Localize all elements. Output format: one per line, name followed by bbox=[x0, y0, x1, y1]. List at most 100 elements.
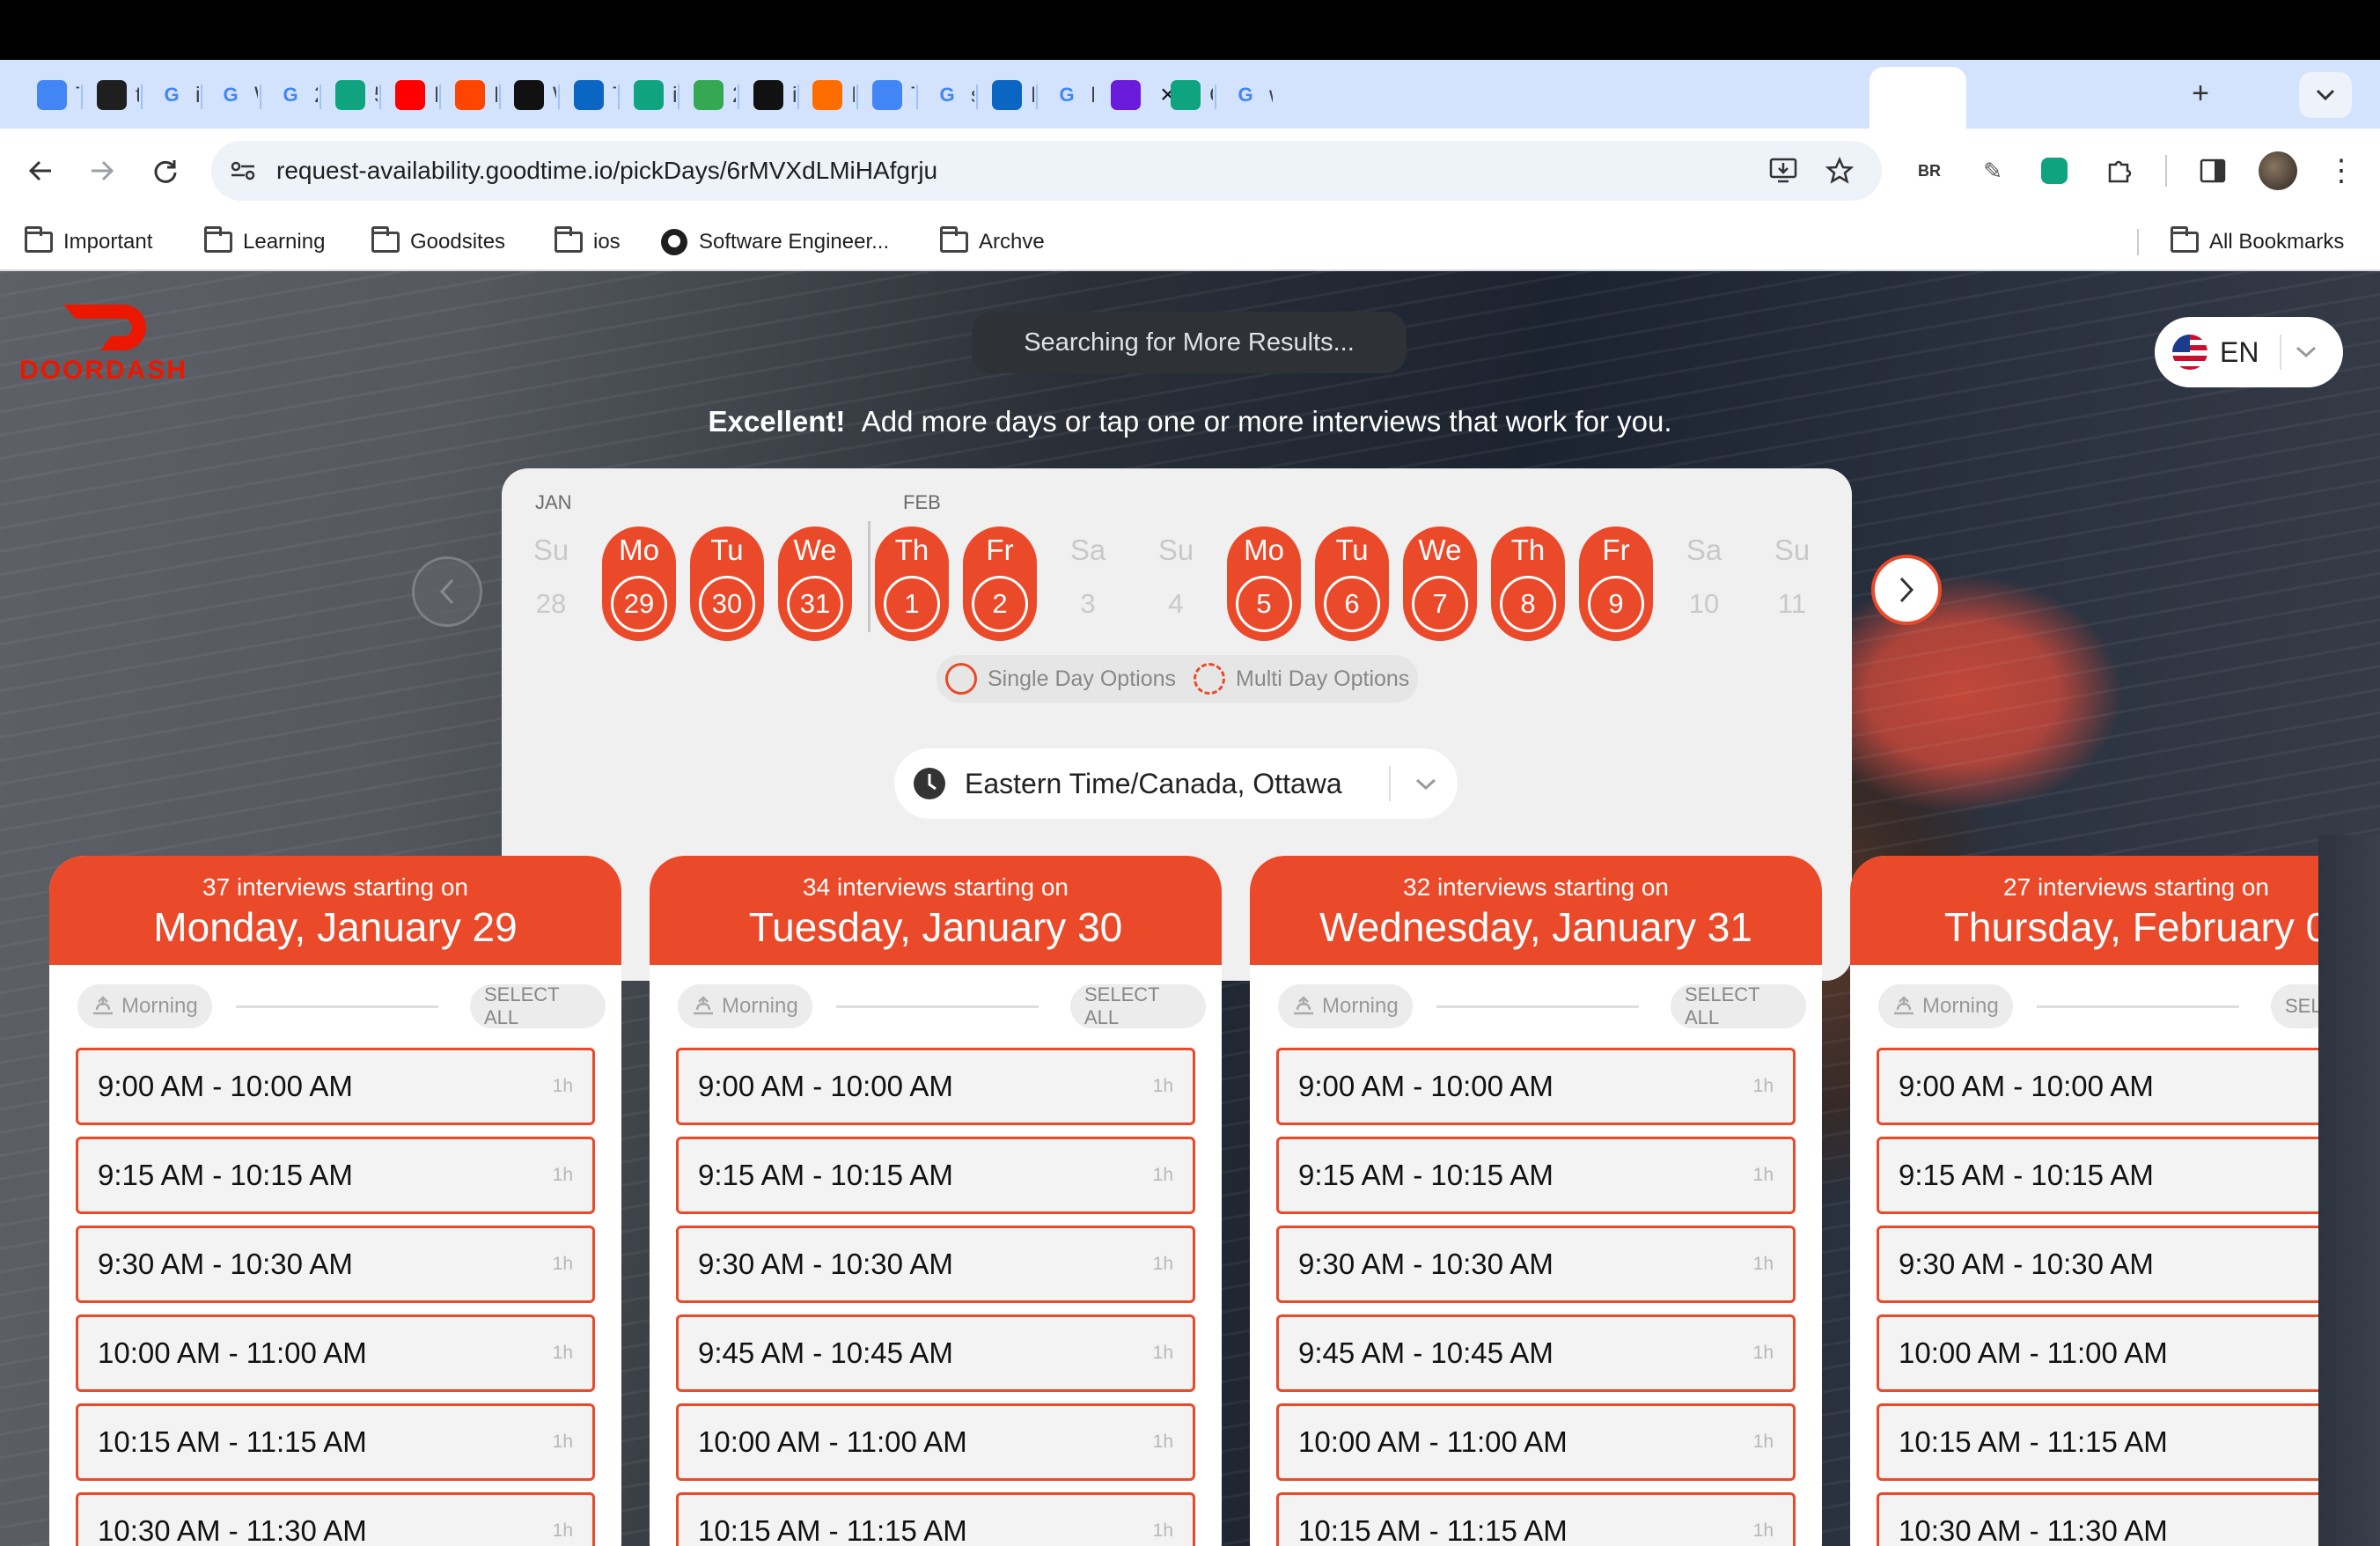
interview-count: 27 interviews starting on bbox=[2003, 873, 2269, 901]
browser-tab[interactable]: W bbox=[503, 72, 556, 118]
tab-title: 20 bbox=[314, 83, 318, 108]
time-slot-option[interactable]: 9:45 AM - 10:45 AM 1h bbox=[1276, 1314, 1796, 1392]
time-slot-option[interactable]: 9:00 AM - 10:00 AM1h bbox=[1276, 1048, 1796, 1125]
extension-br-icon[interactable]: BR bbox=[1912, 153, 1947, 188]
browser-tab[interactable]: Gios bbox=[146, 72, 199, 118]
browser-menu-icon[interactable]: ⋮ bbox=[2324, 151, 2359, 190]
day-number: 28 bbox=[535, 588, 567, 619]
language-selector[interactable]: EN bbox=[2155, 317, 2343, 387]
day-option-active[interactable]: Mo 5 bbox=[1227, 526, 1301, 641]
time-slot-option[interactable]: 9:45 AM - 10:45 AM 1h bbox=[676, 1314, 1195, 1392]
tab-separator bbox=[439, 85, 441, 109]
time-slot-option[interactable]: 10:15 AM - 11:15 AM1h bbox=[676, 1492, 1195, 1546]
bookmark-archve[interactable]: Archve bbox=[940, 225, 1045, 259]
browser-tab[interactable]: Ti bbox=[26, 72, 79, 118]
browser-tab[interactable]: Cl bbox=[1160, 72, 1213, 118]
browser-tab[interactable]: Li bbox=[981, 72, 1034, 118]
time-slot-option[interactable]: 10:15 AM - 11:15 AM1h bbox=[76, 1403, 595, 1481]
chevron-down-icon bbox=[1415, 778, 1436, 791]
browser-tab[interactable]: GW bbox=[205, 72, 258, 118]
all-bookmarks[interactable]: All Bookmarks bbox=[2171, 225, 2344, 259]
time-slot-option[interactable]: 9:15 AM - 10:15 AM1h bbox=[676, 1137, 1195, 1214]
bookmark-learning[interactable]: Learning bbox=[204, 225, 325, 259]
time-slot-option[interactable]: 9:00 AM - 10:00 AM1h bbox=[1877, 1048, 2380, 1125]
slot-duration: 1h bbox=[1752, 1076, 1774, 1096]
back-button[interactable] bbox=[21, 151, 60, 190]
slot-duration: 1h bbox=[552, 1165, 573, 1185]
reddit-icon bbox=[455, 80, 485, 110]
browser-tab[interactable]: Ti bbox=[862, 72, 915, 118]
day-option-active[interactable]: We 7 bbox=[1403, 526, 1477, 641]
forward-button[interactable] bbox=[83, 151, 121, 190]
day-option-active[interactable]: Fr 9 bbox=[1579, 526, 1653, 641]
time-slot-option[interactable]: 9:00 AM - 10:00 AM1h bbox=[76, 1048, 595, 1125]
browser-tab[interactable]: M bbox=[385, 72, 437, 118]
time-slot-option[interactable]: 10:00 AM - 11:00 AM1h bbox=[1276, 1403, 1796, 1481]
bookmark-ios[interactable]: ios bbox=[555, 225, 621, 259]
time-slot-option[interactable]: 10:15 AM - 11:15 AM1h bbox=[1276, 1492, 1796, 1546]
extension-feather-icon[interactable]: ✎ bbox=[1975, 153, 2010, 188]
day-option-active[interactable]: We 31 bbox=[778, 526, 852, 641]
time-slot-option[interactable]: 9:15 AM - 10:15 AM1h bbox=[76, 1137, 595, 1214]
day-option-active[interactable]: Fr 2 bbox=[963, 526, 1037, 641]
time-slot-label: 10:15 AM - 11:15 AM bbox=[1298, 1514, 1568, 1546]
browser-tab[interactable]: Gwl bbox=[1220, 72, 1273, 118]
time-slot-option[interactable]: 9:30 AM - 10:30 AM1h bbox=[676, 1226, 1195, 1303]
morning-section-label: Morning bbox=[678, 984, 812, 1028]
time-slot-option[interactable]: 10:00 AM - 11:00 AM1h bbox=[676, 1403, 1195, 1481]
browser-tab[interactable]: tik bbox=[86, 72, 139, 118]
day-option-active[interactable]: Th 8 bbox=[1491, 526, 1565, 641]
reload-button[interactable] bbox=[146, 151, 185, 190]
browser-tab[interactable]: Ti bbox=[563, 72, 616, 118]
day-option-active[interactable]: Tu 30 bbox=[690, 526, 764, 641]
profile-avatar[interactable] bbox=[2259, 151, 2297, 190]
side-panel-icon[interactable] bbox=[2195, 153, 2230, 188]
previous-week-button[interactable] bbox=[412, 556, 482, 627]
tab-separator bbox=[738, 85, 739, 109]
time-slot-option[interactable]: 9:30 AM - 10:30 AM1h bbox=[76, 1226, 595, 1303]
day-option-active[interactable]: Th 1 bbox=[875, 526, 949, 641]
extension-chatgpt-icon[interactable] bbox=[2037, 153, 2072, 188]
select-all-button[interactable]: SELECT ALL bbox=[470, 983, 606, 1028]
headline-text: Add more days or tap one or more intervi… bbox=[861, 405, 1672, 438]
extensions-puzzle-icon[interactable] bbox=[2102, 153, 2137, 188]
time-slot-option[interactable]: 9:30 AM - 10:30 AM1h bbox=[1276, 1226, 1796, 1303]
browser-tab[interactable]: iO bbox=[743, 72, 796, 118]
time-slot-option[interactable]: 9:00 AM - 10:00 AM1h bbox=[676, 1048, 1195, 1125]
time-slot-option[interactable]: 10:30 AM - 11:30 AM1h bbox=[1877, 1492, 2380, 1546]
time-slot-option[interactable]: 10:15 AM - 11:15 AM1h bbox=[1877, 1403, 2380, 1481]
address-bar[interactable]: request-availability.goodtime.io/pickDay… bbox=[211, 141, 1882, 201]
browser-tab[interactable]: 20 bbox=[683, 72, 736, 118]
browser-tab[interactable]: Rc bbox=[444, 72, 497, 118]
time-slot-option[interactable]: 9:15 AM - 10:15 AM1h bbox=[1276, 1137, 1796, 1214]
select-all-button[interactable]: SELECT ALL bbox=[1070, 983, 1206, 1028]
time-slot-option[interactable]: 10:30 AM - 11:30 AM1h bbox=[76, 1492, 595, 1546]
browser-tab[interactable]: iO bbox=[623, 72, 676, 118]
bookmark-important[interactable]: Important bbox=[25, 225, 152, 259]
browser-tab[interactable]: 5 i bbox=[325, 72, 378, 118]
install-app-icon[interactable] bbox=[1766, 153, 1801, 188]
site-settings-icon[interactable] bbox=[225, 153, 261, 188]
time-slot-option[interactable]: 10:00 AM - 11:00 AM1h bbox=[76, 1314, 595, 1392]
browser-tab[interactable]: Io bbox=[802, 72, 855, 118]
new-tab-button[interactable]: + bbox=[2183, 76, 2218, 111]
browser-tab[interactable]: GD bbox=[1041, 72, 1094, 118]
bookmark-star-icon[interactable] bbox=[1822, 153, 1857, 188]
tab-search-button[interactable] bbox=[2299, 72, 2352, 118]
next-week-button[interactable] bbox=[1871, 555, 1942, 625]
timezone-selector[interactable]: Eastern Time/Canada, Ottawa bbox=[894, 748, 1458, 819]
time-slot-option[interactable]: 9:15 AM - 10:15 AM1h bbox=[1877, 1137, 2380, 1214]
browser-tab[interactable]: Gsp bbox=[922, 72, 974, 118]
tab-title: W bbox=[553, 83, 556, 108]
day-option-active[interactable]: Mo 29 bbox=[602, 526, 676, 641]
chevron-down-icon bbox=[2316, 89, 2335, 101]
time-slot-option[interactable]: 10:00 AM - 11:00 AM1h bbox=[1877, 1314, 2380, 1392]
bookmark-goodsites[interactable]: Goodsites bbox=[371, 225, 505, 259]
bookmark-software-engineer[interactable]: Software Engineer... bbox=[660, 225, 889, 259]
select-all-button[interactable]: SELECT ALL bbox=[1671, 983, 1806, 1028]
day-option-active[interactable]: Tu 6 bbox=[1315, 526, 1389, 641]
time-slot-option[interactable]: 9:30 AM - 10:30 AM1h bbox=[1877, 1226, 2380, 1303]
morning-section-label: Morning bbox=[1878, 984, 2013, 1028]
url-text[interactable]: request-availability.goodtime.io/pickDay… bbox=[276, 157, 937, 185]
browser-tab[interactable]: G 20 bbox=[265, 72, 318, 118]
